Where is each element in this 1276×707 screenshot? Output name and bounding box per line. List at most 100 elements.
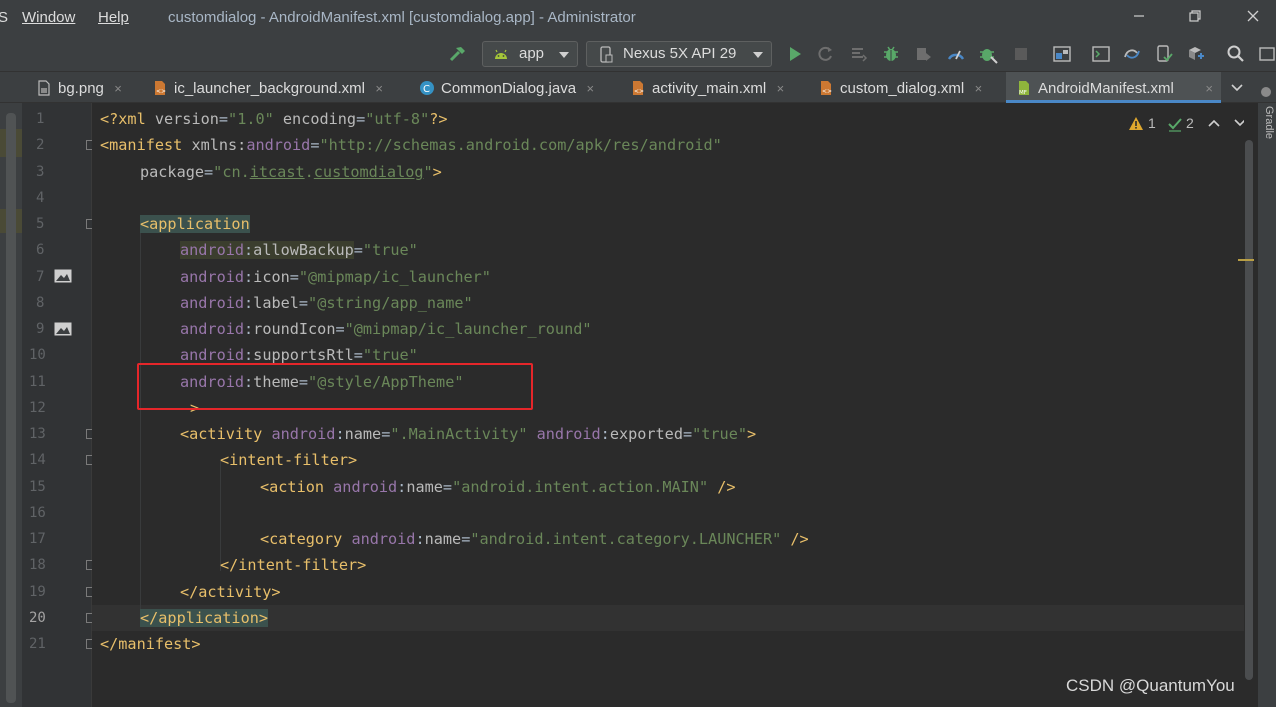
- search-icon[interactable]: [1226, 44, 1246, 64]
- menu-item-window[interactable]: Window: [22, 9, 75, 26]
- line-number: 5: [36, 216, 45, 232]
- close-tab-icon[interactable]: ×: [777, 72, 785, 106]
- code-line-2: <manifest xmlns:android="http://schemas.…: [100, 136, 722, 154]
- project-structure-icon[interactable]: [1052, 44, 1072, 64]
- tab-common-dialog-java[interactable]: C CommonDialog.java ×: [409, 72, 602, 103]
- code-line-13: <activity android:name=".MainActivity" a…: [180, 425, 757, 443]
- left-scroll-indicator: [6, 113, 16, 703]
- close-tab-icon[interactable]: ×: [114, 72, 122, 106]
- profiler-gauge-icon[interactable]: [946, 44, 966, 64]
- restore-button[interactable]: [1180, 6, 1210, 30]
- run-config-select[interactable]: app: [482, 41, 578, 67]
- terminal-icon[interactable]: [1091, 44, 1111, 64]
- window-title: customdialog - AndroidManifest.xml [cust…: [168, 9, 636, 26]
- tab-bg-png[interactable]: bg.png ×: [26, 72, 130, 103]
- xml-file-icon: <>: [821, 81, 832, 95]
- close-tab-icon[interactable]: ×: [586, 72, 594, 106]
- menu-item-partial[interactable]: S: [0, 9, 8, 26]
- menu-item-help[interactable]: Help: [98, 9, 129, 26]
- code-line-20: </application>: [140, 609, 269, 627]
- gradle-icon: [1261, 87, 1271, 97]
- line-number: 12: [29, 400, 46, 416]
- code-line-17: <category android:name="android.intent.c…: [260, 530, 809, 548]
- tab-ic-launcher-background[interactable]: <> ic_launcher_background.xml ×: [142, 72, 391, 103]
- minimize-button[interactable]: [1124, 6, 1154, 30]
- device-label: Nexus 5X API 29: [623, 45, 737, 62]
- code-line-1: <?xml version="1.0" encoding="utf-8"?>: [100, 110, 448, 128]
- tab-activity-main-xml[interactable]: <> activity_main.xml ×: [620, 72, 792, 103]
- tab-label: activity_main.xml: [652, 80, 767, 97]
- line-number: 8: [36, 295, 45, 311]
- close-tab-icon[interactable]: ×: [1205, 72, 1213, 106]
- left-tool-strip: [0, 103, 22, 707]
- hammer-build-icon[interactable]: [448, 44, 468, 64]
- indent-guide: [140, 225, 141, 619]
- gradle-panel-tab[interactable]: Gradle: [1259, 106, 1275, 139]
- line-number: 2: [36, 137, 45, 153]
- chevron-down-icon: [559, 52, 569, 58]
- line-number: 15: [29, 479, 46, 495]
- svg-text:C: C: [423, 84, 430, 95]
- code-line-18: </intent-filter>: [220, 556, 367, 574]
- line-number: 18: [29, 557, 46, 573]
- coverage-icon[interactable]: [913, 44, 933, 64]
- chevron-up-icon[interactable]: [1208, 118, 1220, 128]
- code-line-6: android:allowBackup="true": [180, 241, 418, 259]
- ide-status-icon[interactable]: [1258, 44, 1276, 64]
- svg-text:<>: <>: [822, 88, 832, 95]
- svg-text:<>: <>: [156, 88, 166, 95]
- code-line-19: </activity>: [180, 583, 281, 601]
- tab-label: bg.png: [58, 80, 104, 97]
- code-line-14: <intent-filter>: [220, 451, 358, 469]
- android-icon: [495, 49, 507, 59]
- debug-bug-icon[interactable]: [881, 44, 901, 64]
- scrollbar-warning-marker[interactable]: [1238, 259, 1254, 261]
- run-config-label: app: [519, 45, 545, 62]
- stop-icon[interactable]: [1011, 44, 1031, 64]
- sync-gradle-icon[interactable]: [1122, 44, 1142, 64]
- close-window-button[interactable]: [1238, 6, 1268, 30]
- line-number: 17: [29, 531, 46, 547]
- gutter-image-preview-icon[interactable]: [54, 269, 72, 283]
- manifest-file-icon: MF: [1019, 81, 1029, 96]
- weak-warning-check-icon: [1168, 118, 1182, 132]
- avd-manager-icon[interactable]: [1154, 44, 1174, 64]
- title-bar: S Window Help customdialog - AndroidMani…: [0, 0, 1276, 36]
- minimize-icon: [1134, 15, 1144, 17]
- xml-file-icon: <>: [633, 81, 644, 95]
- line-number-current: 20: [29, 610, 46, 626]
- tab-android-manifest-xml[interactable]: MF AndroidManifest.xml ×: [1006, 72, 1221, 103]
- tab-custom-dialog-xml[interactable]: <> custom_dialog.xml ×: [808, 72, 990, 103]
- gutter-image-preview-icon[interactable]: [54, 322, 72, 336]
- chevron-down-icon: [753, 52, 763, 58]
- code-line-21: </manifest>: [100, 635, 201, 653]
- main-toolbar: app Nexus 5X API 29: [0, 36, 1276, 72]
- editor-scrollbar-thumb[interactable]: [1245, 140, 1253, 680]
- device-phone-icon: [600, 46, 613, 63]
- xml-file-icon: <>: [155, 81, 166, 95]
- device-select[interactable]: Nexus 5X API 29: [586, 41, 772, 67]
- svg-text:MF: MF: [1019, 90, 1027, 96]
- close-tab-icon[interactable]: ×: [975, 72, 983, 106]
- apply-changes-icon[interactable]: [816, 44, 836, 64]
- line-number: 11: [29, 374, 46, 390]
- close-icon: [1247, 10, 1259, 22]
- tab-label: ic_launcher_background.xml: [174, 80, 365, 97]
- close-tab-icon[interactable]: ×: [375, 72, 383, 106]
- editor-tab-bar: bg.png × <> ic_launcher_background.xml ×…: [0, 72, 1276, 103]
- sdk-manager-icon[interactable]: [1186, 44, 1206, 64]
- warning-icon: [1129, 117, 1143, 130]
- run-icon[interactable]: [785, 44, 805, 64]
- line-number: 19: [29, 584, 46, 600]
- line-number: 21: [29, 636, 46, 652]
- tab-label: AndroidManifest.xml: [1038, 80, 1174, 97]
- svg-text:<>: <>: [634, 88, 644, 95]
- attach-debugger-icon[interactable]: [978, 44, 998, 64]
- tab-list-chevron-icon[interactable]: [1230, 82, 1244, 94]
- code-line-7: android:icon="@mipmap/ic_launcher": [180, 268, 491, 286]
- apply-code-changes-icon[interactable]: [849, 44, 869, 64]
- weak-warning-count: 2: [1186, 115, 1194, 131]
- code-line-5: <application: [140, 215, 250, 233]
- line-number: 6: [36, 242, 45, 258]
- line-number: 1: [36, 111, 45, 127]
